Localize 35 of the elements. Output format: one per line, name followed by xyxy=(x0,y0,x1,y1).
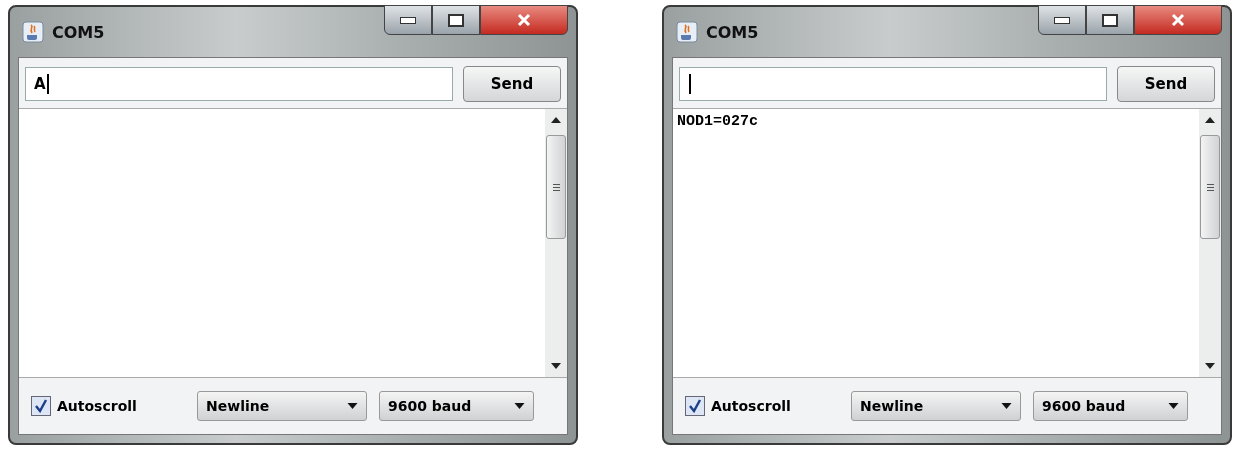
caret-icon[interactable] xyxy=(347,403,358,409)
line-ending-dropdown[interactable]: Newline xyxy=(851,391,1021,421)
send-button[interactable]: Send xyxy=(1117,66,1215,102)
line-ending-dropdown[interactable]: Newline xyxy=(197,391,367,421)
window-title: COM5 xyxy=(52,22,105,42)
baud-rate-dropdown[interactable]: 9600 baud xyxy=(1033,391,1188,421)
autoscroll-checkbox[interactable] xyxy=(31,396,51,416)
close-button[interactable] xyxy=(1134,5,1222,35)
minimize-button[interactable] xyxy=(384,5,432,35)
input-field[interactable] xyxy=(679,67,1107,101)
maximize-button[interactable] xyxy=(1086,5,1134,35)
minimize-button[interactable] xyxy=(1038,5,1086,35)
close-button[interactable] xyxy=(480,5,568,35)
coffee-cup-icon xyxy=(22,21,44,43)
autoscroll-checkbox[interactable] xyxy=(685,396,705,416)
send-button[interactable]: Send xyxy=(463,66,561,102)
scroll-down-icon[interactable] xyxy=(551,363,561,369)
maximize-button[interactable] xyxy=(432,5,480,35)
input-field[interactable]: A xyxy=(25,67,453,101)
output-line: NOD1=027c xyxy=(677,113,759,130)
scroll-down-icon[interactable] xyxy=(1205,363,1215,369)
checkbox-label: Autoscroll xyxy=(57,398,138,414)
scroll-thumb[interactable] xyxy=(546,135,566,239)
caret-icon[interactable] xyxy=(514,403,525,409)
coffee-cup-icon xyxy=(676,21,698,43)
close-icon[interactable] xyxy=(517,13,531,27)
baud-rate-dropdown[interactable]: 9600 baud xyxy=(379,391,534,421)
checkbox-label: Autoscroll xyxy=(711,398,792,414)
caret-icon[interactable] xyxy=(1168,403,1179,409)
scroll-up-icon[interactable] xyxy=(1205,117,1215,123)
scroll-thumb[interactable] xyxy=(1200,135,1220,239)
scroll-up-icon[interactable] xyxy=(551,117,561,123)
caret-icon[interactable] xyxy=(1001,403,1012,409)
close-icon[interactable] xyxy=(1171,13,1185,27)
window-title: COM5 xyxy=(706,22,759,42)
